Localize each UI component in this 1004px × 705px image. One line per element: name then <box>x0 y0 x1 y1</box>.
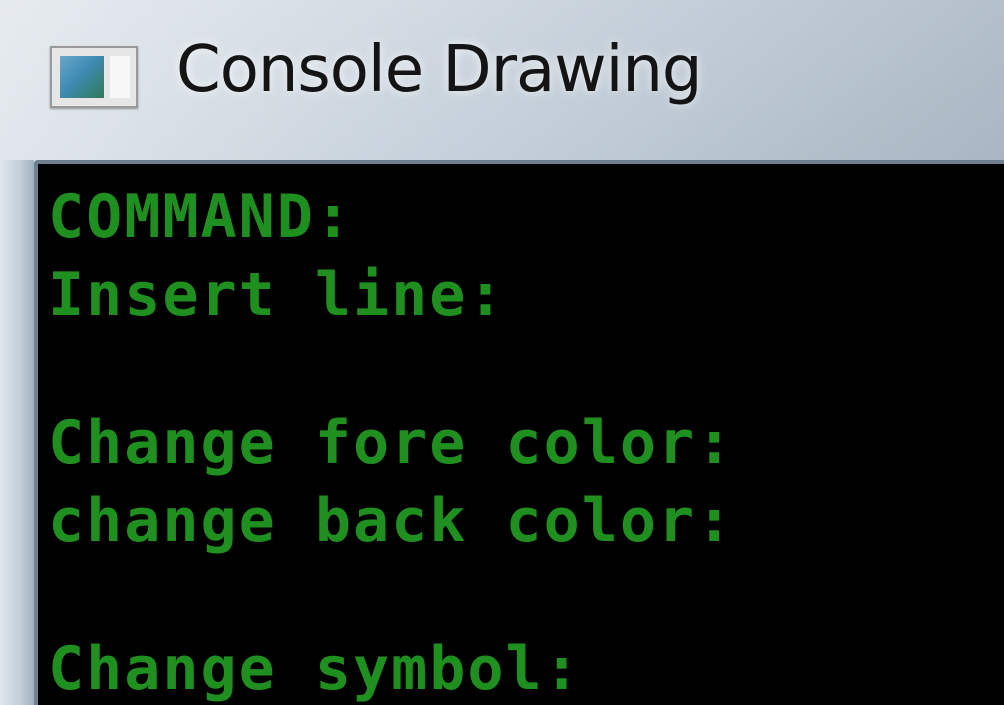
title-bar[interactable]: Console Drawing <box>0 0 1004 160</box>
console-app-icon[interactable] <box>50 46 138 108</box>
window-title: Console Drawing <box>176 33 703 107</box>
console-line-command: COMMAND: <box>48 182 353 252</box>
console-line-insert-line: Insert line: <box>48 260 506 330</box>
console-output: COMMAND: Insert line: Change fore color:… <box>48 178 734 705</box>
app-icon-pane <box>60 56 104 98</box>
window-frame-left <box>0 160 34 705</box>
console-window: Console Drawing COMMAND: Insert line: Ch… <box>0 0 1004 705</box>
console-area[interactable]: COMMAND: Insert line: Change fore color:… <box>34 160 1004 705</box>
console-line-change-fore-color: Change fore color: <box>48 408 735 478</box>
console-line-change-back-color: change back color: <box>48 486 735 556</box>
console-line-change-symbol: Change symbol: <box>48 634 582 704</box>
app-icon-side <box>110 56 130 98</box>
